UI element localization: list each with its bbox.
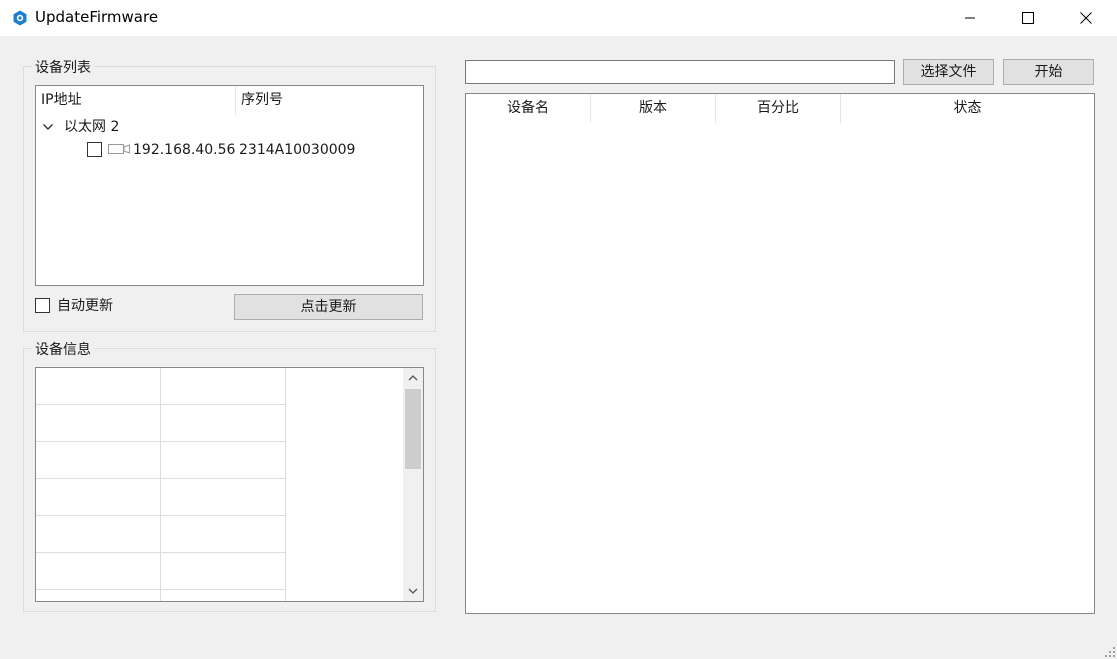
scroll-up-button[interactable] bbox=[403, 368, 423, 388]
grid-row-divider bbox=[36, 589, 285, 590]
device-checkbox[interactable] bbox=[87, 142, 102, 157]
refresh-button[interactable]: 点击更新 bbox=[234, 294, 423, 320]
grid-row-divider bbox=[36, 515, 285, 516]
device-tree[interactable]: IP地址 序列号 以太网 2 192.168.40.56 2314A100300… bbox=[35, 85, 424, 286]
grid-row-divider bbox=[36, 552, 285, 553]
close-button[interactable] bbox=[1057, 0, 1115, 36]
vertical-scrollbar[interactable] bbox=[403, 368, 423, 601]
column-header-status[interactable]: 状态 bbox=[841, 94, 1094, 123]
resize-grip-icon[interactable] bbox=[1104, 646, 1116, 658]
app-gear-icon bbox=[13, 10, 27, 26]
device-list-title: 设备列表 bbox=[32, 57, 94, 77]
grid-row-divider bbox=[36, 478, 285, 479]
auto-update-label[interactable]: 自动更新 bbox=[57, 296, 113, 316]
camera-icon bbox=[108, 144, 130, 154]
start-button[interactable]: 开始 bbox=[1003, 59, 1094, 85]
title-bar: UpdateFirmware bbox=[0, 0, 1117, 36]
chevron-up-icon bbox=[408, 375, 418, 381]
minimize-button[interactable] bbox=[941, 0, 999, 36]
window-title: UpdateFirmware bbox=[35, 8, 159, 26]
tree-group-label[interactable]: 以太网 2 bbox=[64, 117, 119, 137]
device-serial: 2314A10030009 bbox=[239, 142, 356, 158]
auto-update-checkbox[interactable] bbox=[35, 298, 50, 313]
chevron-down-icon[interactable] bbox=[42, 121, 54, 133]
grid-column-divider bbox=[160, 368, 161, 601]
column-header-ip[interactable]: IP地址 bbox=[36, 86, 236, 115]
grid-column-divider bbox=[285, 368, 286, 601]
scroll-down-button[interactable] bbox=[403, 581, 423, 601]
grid-row-divider bbox=[36, 441, 285, 442]
grid-row-divider bbox=[36, 404, 285, 405]
device-info-grid[interactable] bbox=[35, 367, 424, 602]
file-path-input[interactable] bbox=[465, 60, 895, 84]
column-header-device-name[interactable]: 设备名 bbox=[466, 94, 591, 123]
close-icon bbox=[1080, 12, 1092, 24]
scroll-thumb[interactable] bbox=[405, 389, 421, 469]
choose-file-button[interactable]: 选择文件 bbox=[903, 59, 994, 85]
update-progress-list[interactable]: 设备名 版本 百分比 状态 bbox=[465, 93, 1095, 614]
maximize-button[interactable] bbox=[999, 0, 1057, 36]
column-header-percent[interactable]: 百分比 bbox=[716, 94, 841, 123]
maximize-icon bbox=[1022, 12, 1034, 24]
column-header-serial[interactable]: 序列号 bbox=[236, 86, 423, 115]
chevron-down-icon bbox=[408, 588, 418, 594]
device-ip[interactable]: 192.168.40.56 bbox=[133, 140, 235, 160]
minimize-icon bbox=[965, 17, 975, 19]
device-info-title: 设备信息 bbox=[32, 339, 94, 359]
column-header-version[interactable]: 版本 bbox=[591, 94, 716, 123]
